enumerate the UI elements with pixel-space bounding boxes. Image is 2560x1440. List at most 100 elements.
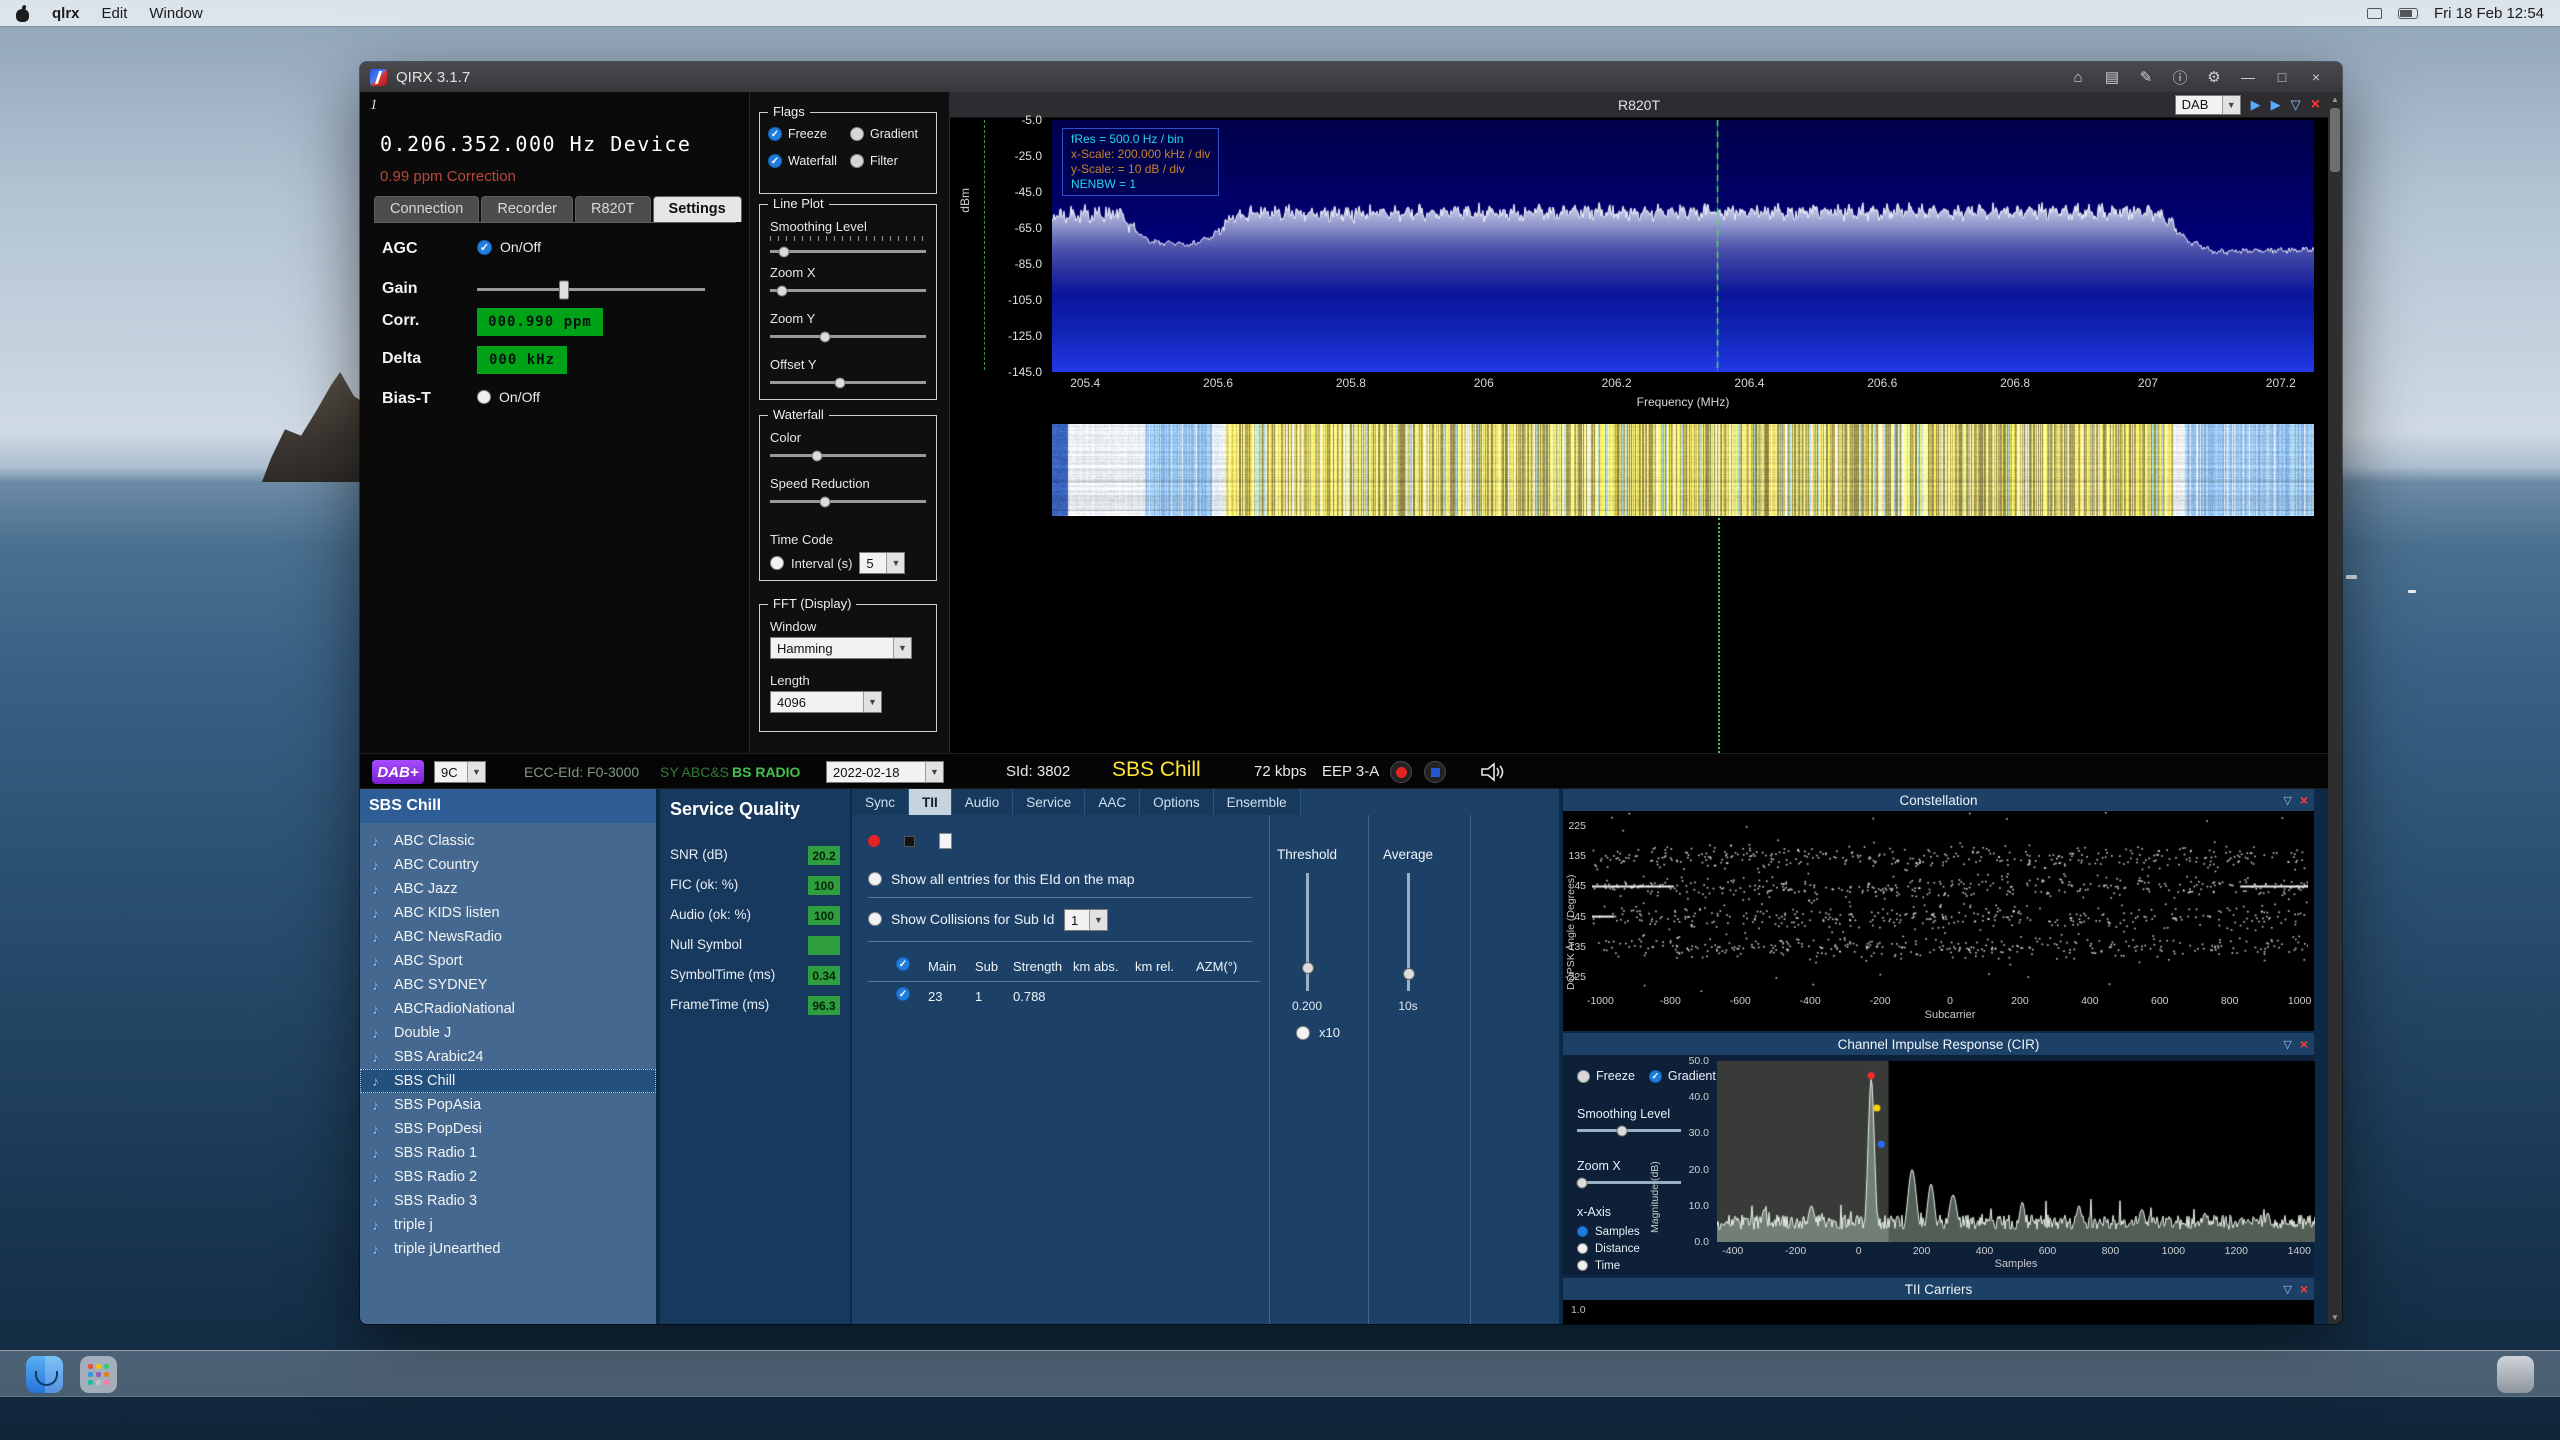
filter-funnel-icon[interactable]: ▽ [2291,97,2301,113]
gain-slider-thumb[interactable] [558,280,569,299]
slider-thumb[interactable] [811,450,823,461]
slider-thumb[interactable] [776,285,788,296]
station-item[interactable]: ♪ Double J [360,1021,656,1045]
table-row-checkbox[interactable]: ✓ [896,987,910,1001]
play-icon[interactable]: ▶ [2251,97,2261,113]
show-all-entries-radio[interactable] [868,872,882,886]
tab-options[interactable]: Options [1140,789,1214,815]
station-item[interactable]: ♪ SBS PopAsia [360,1093,656,1117]
dock-item-icon[interactable] [2497,1356,2534,1393]
close-panel-icon[interactable]: × [2300,1282,2308,1296]
filter-funnel-icon[interactable]: ▽ [2283,794,2291,807]
info-icon[interactable]: ⓘ [2164,64,2196,90]
chevron-down-icon[interactable]: ▼ [863,692,881,712]
average-slider[interactable] [1402,873,1415,991]
chevron-down-icon[interactable]: ▼ [925,762,943,782]
gear-icon[interactable]: ⚙ [2198,64,2230,90]
cir-plot[interactable] [1717,1061,2315,1242]
lineplot-slider-smoothing-level[interactable] [770,246,926,257]
slider-thumb[interactable] [834,377,846,388]
x10-radio[interactable] [1296,1025,1310,1040]
window-scrollbar[interactable]: ▲ ▼ [2328,92,2342,1324]
tab-recorder[interactable]: Recorder [481,196,573,222]
slider-thumb[interactable] [819,496,831,507]
play-icon[interactable]: ▶ [2271,97,2281,113]
agc-checkbox[interactable]: ✓ [477,239,492,255]
finder-icon[interactable] [26,1356,63,1393]
filter-funnel-icon[interactable]: ▽ [2283,1283,2291,1296]
waterfall-slider-speed-reduction[interactable] [770,496,926,507]
cir-xaxis-radio-samples[interactable] [1577,1226,1588,1237]
tab-r820t[interactable]: R820T [575,196,651,222]
station-item[interactable]: ♪ SBS Radio 3 [360,1189,656,1213]
slider-thumb[interactable] [778,246,790,257]
interval-radio[interactable] [770,556,784,570]
launchpad-icon[interactable] [80,1356,117,1393]
record-dot-icon[interactable] [868,835,880,847]
minimize-button[interactable]: — [2232,64,2264,90]
station-item[interactable]: ♪ ABC NewsRadio [360,925,656,949]
chevron-down-icon[interactable]: ▼ [893,638,911,658]
date-select[interactable]: 2022-02-18 ▼ [826,761,944,783]
cir-smoothing-thumb[interactable] [1616,1125,1628,1136]
table-header-checkbox[interactable]: ✓ [896,957,910,971]
flag-checkbox-gradient[interactable] [850,127,864,141]
lineplot-slider-zoom-y[interactable] [770,331,926,342]
cir-zoom-thumb[interactable] [1576,1177,1588,1188]
station-item[interactable]: ♪ ABC KIDS listen [360,901,656,925]
flag-checkbox-freeze[interactable]: ✓ [768,127,782,141]
display-icon[interactable] [2366,7,2382,19]
station-item[interactable]: ♪ ABC Classic [360,829,656,853]
cir-xaxis-radio-time[interactable] [1577,1260,1588,1271]
lineplot-slider-offset-y[interactable] [770,377,926,388]
station-item[interactable]: ♪ SBS PopDesi [360,1117,656,1141]
cir-freeze-checkbox[interactable] [1577,1069,1590,1083]
lineplot-slider-zoom-x[interactable] [770,285,926,296]
station-item[interactable]: ♪ SBS Arabic24 [360,1045,656,1069]
record-button[interactable] [1390,761,1412,783]
scrollbar-thumb[interactable] [2330,108,2340,172]
map-icon[interactable]: ▤ [2096,64,2128,90]
station-item[interactable]: ♪ SBS Radio 2 [360,1165,656,1189]
chevron-down-icon[interactable]: ▼ [886,553,905,573]
battery-icon[interactable] [2397,7,2418,19]
apple-logo-icon[interactable] [16,5,30,22]
tab-settings[interactable]: Settings [652,196,742,222]
constellation-plot[interactable] [1592,811,2308,992]
tab-audio[interactable]: Audio [951,789,1014,815]
close-panel-icon[interactable]: × [2300,793,2308,807]
waterfall-display[interactable] [1052,424,2314,516]
tii-table-row[interactable]: 23 1 0.788 [928,989,1262,1004]
average-slider-thumb[interactable] [1402,968,1415,980]
waterfall-slider-color[interactable] [770,450,926,461]
close-panel-icon[interactable]: × [2311,96,2320,113]
channel-select[interactable]: 9C ▼ [434,761,486,783]
tab-sync[interactable]: Sync [852,789,910,815]
station-item[interactable]: ♪ ABC Country [360,853,656,877]
station-item[interactable]: ♪ ABC SYDNEY [360,973,656,997]
home-icon[interactable]: ⌂ [2062,64,2094,90]
threshold-slider[interactable] [1301,873,1314,991]
station-item[interactable]: ♪ triple j [360,1213,656,1237]
pencil-icon[interactable]: ✎ [2130,64,2162,90]
cir-xaxis-radio-distance[interactable] [1577,1243,1588,1254]
stop-button[interactable] [1424,761,1446,783]
station-item[interactable]: ♪ ABCRadioNational [360,997,656,1021]
station-item[interactable]: ♪ ABC Sport [360,949,656,973]
filter-funnel-icon[interactable]: ▽ [2283,1038,2291,1051]
maximize-button[interactable]: □ [2266,64,2298,90]
station-item[interactable]: ♪ ABC Jazz [360,877,656,901]
threshold-slider-thumb[interactable] [1301,962,1314,974]
tab-connection[interactable]: Connection [374,196,480,222]
gain-slider[interactable] [477,280,705,299]
menu-item-edit[interactable]: Edit [102,5,128,22]
interval-select[interactable]: 5 ▼ [859,552,906,574]
tab-aac[interactable]: AAC [1085,789,1141,815]
menu-item-qlrx[interactable]: qlrx [52,5,80,22]
flag-checkbox-filter[interactable] [850,154,864,168]
stop-square-icon[interactable] [904,835,915,847]
scroll-down-icon[interactable]: ▼ [2328,1310,2342,1324]
tab-service[interactable]: Service [1013,789,1086,815]
station-item[interactable]: ♪ SBS Radio 1 [360,1141,656,1165]
show-collisions-radio[interactable] [868,912,882,926]
